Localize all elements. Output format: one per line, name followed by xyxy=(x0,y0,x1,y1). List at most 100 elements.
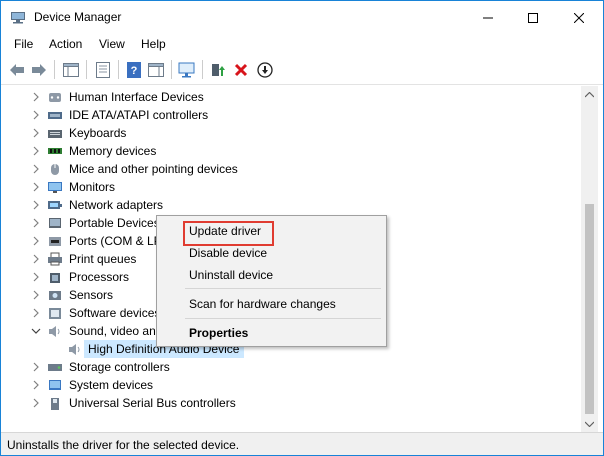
context-menu: Update driver Disable device Uninstall d… xyxy=(156,215,387,347)
back-arrow-icon xyxy=(10,64,24,76)
memory-icon xyxy=(48,148,62,154)
title-bar[interactable]: Device Manager xyxy=(1,1,603,34)
mouse-icon xyxy=(51,164,59,175)
printer-icon xyxy=(48,252,62,266)
status-bar: Uninstalls the driver for the selected d… xyxy=(1,432,603,455)
tree-item-label: System devices xyxy=(69,378,154,392)
tree-item-label: Mice and other pointing devices xyxy=(69,162,238,176)
properties-button[interactable] xyxy=(93,60,113,80)
minimize-button[interactable] xyxy=(465,1,511,34)
uninstall-device-button[interactable] xyxy=(231,60,251,80)
scroll-down-arrow-icon xyxy=(585,421,594,427)
svg-text:?: ? xyxy=(131,65,138,77)
show-hide-console-tree-icon xyxy=(63,63,79,77)
tree-category-item[interactable]: System devices xyxy=(7,376,577,394)
tree-item-label: Portable Devices xyxy=(69,216,160,230)
tree-category-item[interactable]: Monitors xyxy=(7,178,577,196)
tree-item-label: Keyboards xyxy=(69,126,127,140)
monitor-icon xyxy=(48,182,62,193)
menu-item-disable-device[interactable]: Disable device xyxy=(189,246,267,260)
disable-device-button[interactable] xyxy=(255,60,275,80)
chevron-right-icon[interactable] xyxy=(30,217,42,229)
menu-item-update-driver[interactable]: Update driver xyxy=(189,224,261,238)
tree-category-item[interactable]: Human Interface Devices xyxy=(7,88,577,106)
help-button[interactable]: ? xyxy=(124,60,144,80)
tree-category-item[interactable]: Storage controllers xyxy=(7,358,577,376)
maximize-icon xyxy=(528,12,538,23)
chevron-right-icon[interactable] xyxy=(30,379,42,391)
tree-item-label: Sensors xyxy=(69,288,114,302)
toolbar-separator xyxy=(86,60,87,79)
network-adapter-icon xyxy=(48,201,62,209)
sound-icon xyxy=(49,326,60,337)
chevron-right-icon[interactable] xyxy=(30,145,42,157)
vertical-scrollbar[interactable] xyxy=(581,86,598,432)
action-pane-icon xyxy=(148,63,164,77)
menu-separator xyxy=(185,318,381,319)
chevron-right-icon[interactable] xyxy=(30,163,42,175)
portable-device-icon xyxy=(49,218,61,228)
sensor-icon xyxy=(49,291,61,300)
toolbar: ? xyxy=(1,55,603,85)
toolbar-separator xyxy=(118,60,119,79)
tree-item-label: Storage controllers xyxy=(69,360,170,374)
toolbar-separator xyxy=(171,60,172,79)
tree-category-item[interactable]: Keyboards xyxy=(7,124,577,142)
chevron-right-icon[interactable] xyxy=(30,361,42,373)
chevron-right-icon[interactable] xyxy=(30,235,42,247)
tree-item-label: Processors xyxy=(69,270,130,284)
scrollbar-thumb[interactable] xyxy=(585,204,594,414)
chevron-right-icon[interactable] xyxy=(30,199,42,211)
chevron-down-icon[interactable] xyxy=(30,325,42,337)
tree-category-item[interactable]: Universal Serial Bus controllers xyxy=(7,394,577,412)
maximize-button[interactable] xyxy=(510,1,556,34)
tree-category-item[interactable]: Mice and other pointing devices xyxy=(7,160,577,178)
processor-icon xyxy=(50,273,60,283)
menu-item-scan-hardware[interactable]: Scan for hardware changes xyxy=(189,297,336,311)
action-pane-button[interactable] xyxy=(146,60,166,80)
scroll-up-button[interactable] xyxy=(581,86,598,103)
tree-category-item[interactable]: Memory devices xyxy=(7,142,577,160)
chevron-right-icon[interactable] xyxy=(30,91,42,103)
usb-icon xyxy=(51,398,59,410)
disable-device-icon xyxy=(257,62,273,78)
chevron-right-icon[interactable] xyxy=(30,307,42,319)
tree-item-label: IDE ATA/ATAPI controllers xyxy=(69,108,209,122)
update-driver-button[interactable] xyxy=(208,60,228,80)
chevron-right-icon[interactable] xyxy=(30,181,42,193)
close-icon xyxy=(574,12,584,23)
console-tree-button[interactable] xyxy=(61,60,81,80)
menu-help[interactable]: Help xyxy=(141,37,166,51)
toolbar-separator xyxy=(202,60,203,79)
chevron-right-icon[interactable] xyxy=(30,271,42,283)
chevron-right-icon[interactable] xyxy=(30,289,42,301)
tree-category-item[interactable]: IDE ATA/ATAPI controllers xyxy=(7,106,577,124)
keyboard-icon xyxy=(48,130,62,138)
menu-view[interactable]: View xyxy=(99,37,125,51)
scroll-up-arrow-icon xyxy=(585,91,594,97)
port-icon xyxy=(49,237,61,246)
tree-item-label: Network adapters xyxy=(69,198,164,212)
software-device-icon xyxy=(49,308,61,319)
update-driver-icon xyxy=(212,64,225,76)
back-button[interactable] xyxy=(7,60,27,80)
scan-hardware-button[interactable] xyxy=(177,60,197,80)
chevron-right-icon[interactable] xyxy=(30,109,42,121)
chevron-right-icon[interactable] xyxy=(30,253,42,265)
menu-action[interactable]: Action xyxy=(49,37,82,51)
scan-hardware-icon xyxy=(178,62,195,78)
tree-item-label: Human Interface Devices xyxy=(69,90,204,104)
tree-item-label: Monitors xyxy=(69,180,116,194)
forward-button[interactable] xyxy=(29,60,49,80)
menu-bar: File Action View Help xyxy=(1,34,603,55)
menu-file[interactable]: File xyxy=(14,37,33,51)
close-button[interactable] xyxy=(556,1,602,34)
menu-separator xyxy=(185,288,381,289)
scroll-down-button[interactable] xyxy=(581,415,598,432)
minimize-icon xyxy=(483,17,493,18)
chevron-right-icon[interactable] xyxy=(30,127,42,139)
chevron-right-icon[interactable] xyxy=(30,397,42,409)
tree-category-item[interactable]: Network adapters xyxy=(7,196,577,214)
menu-item-properties[interactable]: Properties xyxy=(189,326,248,340)
menu-item-uninstall-device[interactable]: Uninstall device xyxy=(189,268,273,282)
